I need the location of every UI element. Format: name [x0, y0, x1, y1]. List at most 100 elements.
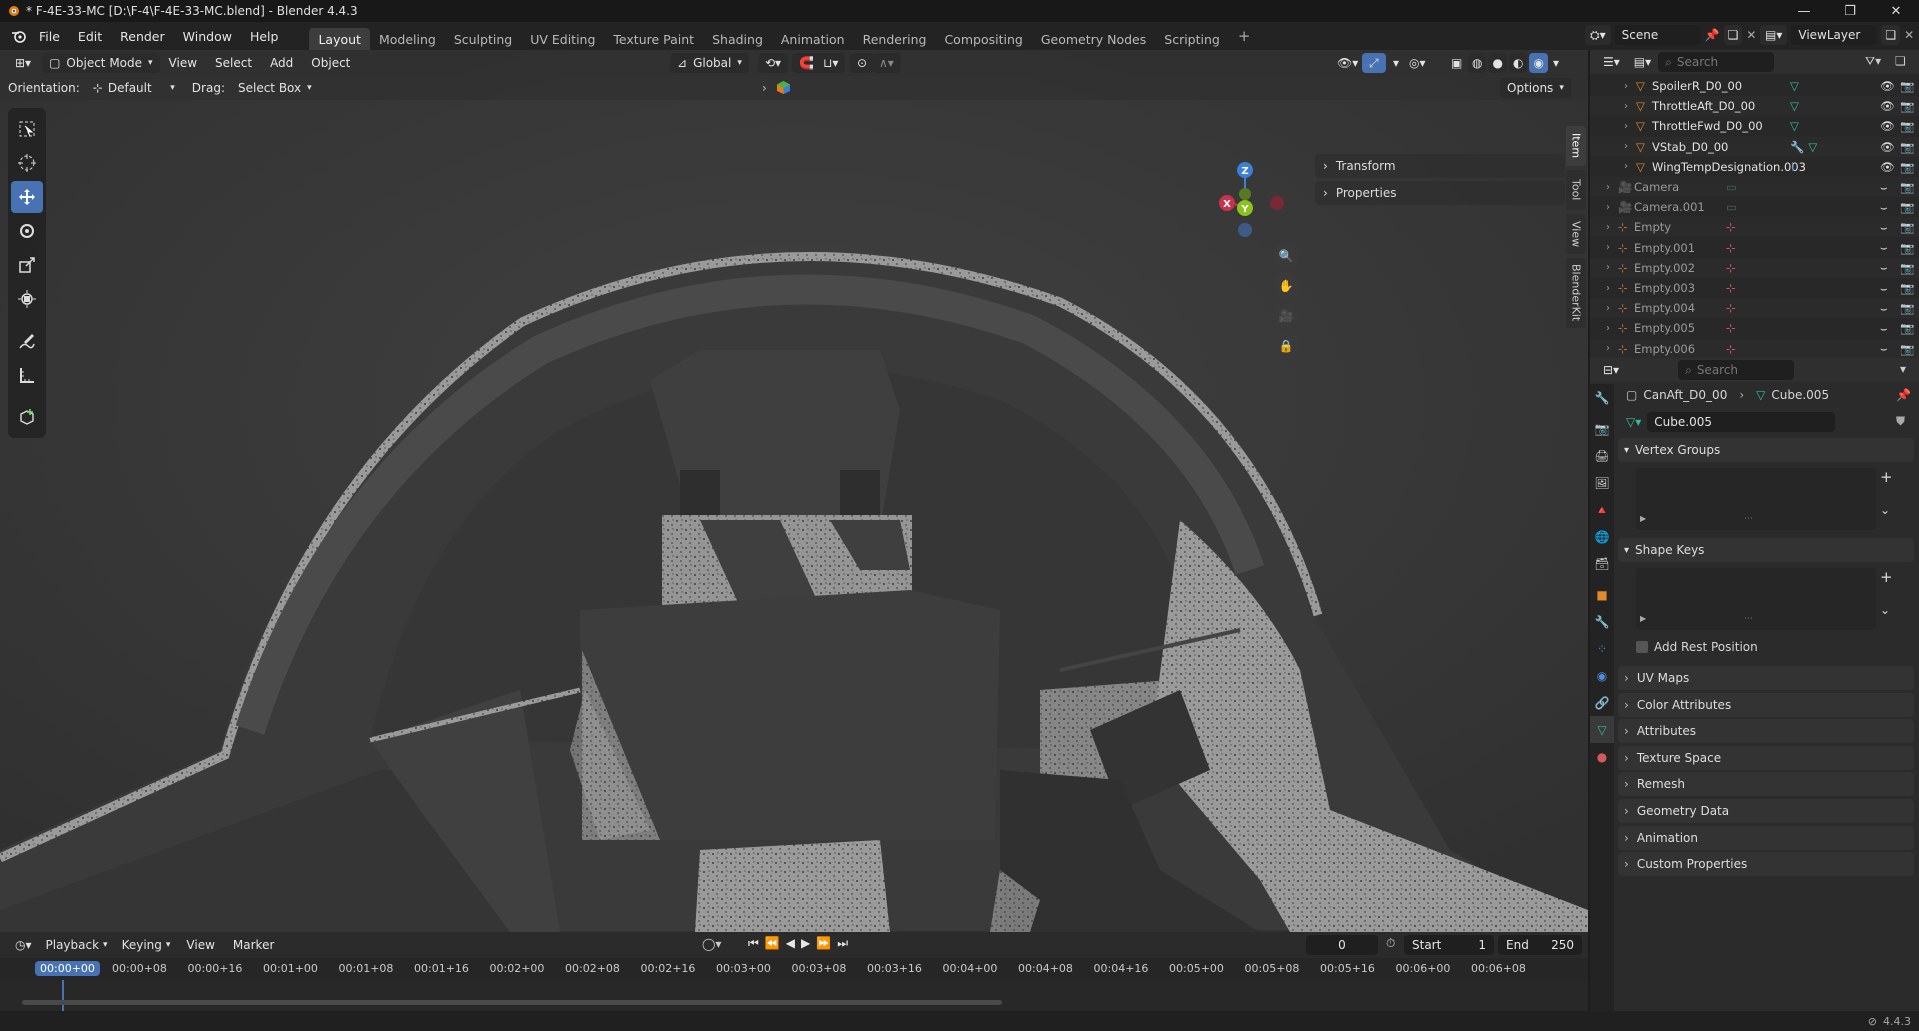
- zoom-icon[interactable]: 🔍: [1273, 243, 1299, 269]
- hidden-eye-icon[interactable]: ⌣: [1880, 301, 1888, 316]
- expand-arrow-icon[interactable]: ›: [1606, 242, 1610, 253]
- output-tab-icon[interactable]: 🖨: [1590, 442, 1614, 469]
- snap-target-selector[interactable]: ⊔▾: [816, 53, 846, 73]
- rendered-shading-button[interactable]: ◉: [1529, 53, 1548, 73]
- data-tab-icon[interactable]: ▽: [1590, 716, 1614, 743]
- fake-user-shield-icon[interactable]: ⛊: [1896, 414, 1905, 429]
- tab-texture-paint[interactable]: Texture Paint: [604, 28, 703, 50]
- collection-tab-icon[interactable]: 🗃: [1590, 550, 1614, 577]
- proportional-edit-toggle[interactable]: ⊙: [850, 53, 875, 73]
- material-shading-button[interactable]: ◐: [1508, 53, 1528, 73]
- add-vertex-group-button[interactable]: +: [1880, 468, 1893, 486]
- menu-render[interactable]: Render: [111, 22, 174, 50]
- close-button[interactable]: ✕: [1873, 0, 1919, 22]
- outliner-row[interactable]: › ▽ ThrottleFwd_D0_00 ▽ 👁 📷: [1590, 116, 1919, 137]
- panel-properties-header[interactable]: › Properties: [1315, 181, 1565, 205]
- hidden-eye-icon[interactable]: ⌣: [1880, 200, 1888, 215]
- gizmo-toggle[interactable]: ⤢: [1362, 53, 1386, 73]
- camera-render-icon[interactable]: 📷: [1900, 99, 1914, 113]
- menu-select[interactable]: Select: [206, 50, 261, 76]
- jump-start-icon[interactable]: ⏮: [748, 936, 759, 951]
- section-uv-maps[interactable]: › UV Maps: [1618, 666, 1914, 690]
- tab-rendering[interactable]: Rendering: [854, 28, 936, 50]
- editor-type-icon[interactable]: ⊞▾: [8, 53, 38, 73]
- vertex-group-menu-icon[interactable]: ⌄: [1880, 503, 1890, 517]
- section-texture-space[interactable]: › Texture Space: [1618, 745, 1914, 770]
- measure-tool[interactable]: [11, 359, 43, 391]
- properties-editor-type-icon[interactable]: ⊟▾: [1596, 360, 1626, 380]
- camera-render-icon[interactable]: 📷: [1900, 200, 1914, 214]
- gizmo-neg-x-axis[interactable]: [1270, 196, 1284, 210]
- eye-icon[interactable]: 👁: [1880, 99, 1895, 113]
- outliner-row[interactable]: › 🎥 Camera.001 ▭ ⌣ 📷: [1590, 197, 1919, 218]
- render-tab-icon[interactable]: 📷: [1590, 415, 1614, 442]
- tab-uv-editing[interactable]: UV Editing: [521, 28, 604, 50]
- empty-data-icon[interactable]: ⊹: [1726, 342, 1736, 356]
- tab-modeling[interactable]: Modeling: [370, 28, 445, 50]
- camera-render-icon[interactable]: 📷: [1900, 180, 1914, 194]
- orientation-dropdown[interactable]: ⊹ Default ▾: [86, 78, 182, 98]
- tab-geometry-nodes[interactable]: Geometry Nodes: [1032, 28, 1155, 50]
- add-workspace-icon[interactable]: +: [1229, 22, 1260, 50]
- add-shape-key-button[interactable]: +: [1880, 568, 1893, 586]
- hidden-eye-icon[interactable]: ⌣: [1880, 281, 1888, 296]
- eye-icon[interactable]: 👁: [1880, 79, 1895, 93]
- visibility-selector[interactable]: 👁▾: [1330, 53, 1365, 73]
- section-shape-keys[interactable]: ▾ Shape Keys: [1618, 538, 1914, 562]
- jump-keyframe-back-icon[interactable]: ⏪: [765, 936, 780, 951]
- camera-render-icon[interactable]: 📷: [1900, 160, 1914, 174]
- camera-render-icon[interactable]: 📷: [1900, 119, 1914, 133]
- mesh-data-icon[interactable]: ▽: [1790, 99, 1799, 113]
- playback-menu[interactable]: Playback ▾: [39, 935, 115, 955]
- display-mode-icon[interactable]: ▤▾: [1627, 52, 1658, 72]
- eye-icon[interactable]: 👁: [1880, 160, 1895, 174]
- filter-icon[interactable]: ⛛▾: [1865, 54, 1881, 69]
- current-frame-field[interactable]: 0: [1306, 935, 1378, 955]
- hidden-eye-icon[interactable]: ⌣: [1880, 341, 1888, 356]
- solid-shading-button[interactable]: ●: [1488, 53, 1507, 73]
- hidden-eye-icon[interactable]: ⌣: [1880, 180, 1888, 195]
- camdata-data-icon[interactable]: ▭: [1726, 180, 1737, 194]
- mesh-datablock-name-field[interactable]: Cube.005: [1647, 412, 1836, 432]
- outliner-row[interactable]: › ⊹ Empty.004 ⊹ ⌣ 📷: [1590, 298, 1919, 319]
- navigation-gizmo[interactable]: Z X Y: [1205, 140, 1295, 240]
- tab-shading[interactable]: Shading: [703, 28, 772, 50]
- new-scene-icon[interactable]: ❏: [1723, 25, 1743, 45]
- maximize-button[interactable]: ❐: [1827, 0, 1873, 22]
- transform-orientation-selector[interactable]: ⊿ Global ▾: [670, 53, 749, 73]
- outliner-row[interactable]: › ⊹ Empty ⊹ ⌣ 📷: [1590, 217, 1919, 238]
- physics-tab-icon[interactable]: ◉: [1590, 662, 1614, 689]
- outliner-row[interactable]: › ⊹ Empty.001 ⊹ ⌣ 📷: [1590, 237, 1919, 258]
- outliner-editor-type-icon[interactable]: ☰▾: [1596, 52, 1627, 72]
- properties-search-input[interactable]: ⌕ Search: [1678, 360, 1795, 380]
- timeline-editor-type-icon[interactable]: ◷▾: [8, 935, 39, 955]
- eye-icon[interactable]: 👁: [1880, 140, 1895, 154]
- play-icon[interactable]: ▶: [801, 936, 810, 951]
- annotate-tool[interactable]: [11, 325, 43, 357]
- menu-edit[interactable]: Edit: [69, 22, 111, 50]
- outliner-row[interactable]: › ▽ SpoilerR_D0_00 ▽ 👁 📷: [1590, 76, 1919, 96]
- keying-menu[interactable]: Keying ▾: [115, 935, 178, 955]
- outliner-search-input[interactable]: ⌕ Search: [1658, 52, 1775, 72]
- collapse-arrow-icon[interactable]: ›: [762, 81, 767, 95]
- scene-tab-icon[interactable]: 🔺: [1590, 496, 1614, 523]
- pivot-point-selector[interactable]: ⟲▾: [758, 53, 789, 73]
- select-box-tool[interactable]: [11, 113, 43, 145]
- empty-data-icon[interactable]: ⊹: [1726, 301, 1736, 315]
- new-viewlayer-icon[interactable]: ❏: [1881, 25, 1901, 45]
- new-collection-icon[interactable]: ❏: [1895, 54, 1906, 68]
- expand-arrow-icon[interactable]: ›: [1624, 81, 1628, 92]
- menu-object[interactable]: Object: [302, 50, 359, 76]
- camera-render-icon[interactable]: 📷: [1900, 301, 1914, 315]
- eye-icon[interactable]: 👁: [1880, 119, 1895, 133]
- blenderkit-icon[interactable]: [776, 80, 791, 98]
- section-color-attributes[interactable]: › Color Attributes: [1618, 692, 1914, 717]
- expand-arrow-icon[interactable]: ▶: [1640, 614, 1646, 623]
- blender-menu-icon[interactable]: [8, 29, 30, 43]
- menu-help[interactable]: Help: [241, 22, 288, 50]
- camera-render-icon[interactable]: 📷: [1900, 140, 1914, 154]
- outliner-row[interactable]: › ▽ WingTempDesignation.003 ⌇ 👁 📷: [1590, 156, 1919, 177]
- camera-render-icon[interactable]: 📷: [1900, 79, 1914, 93]
- menu-window[interactable]: Window: [174, 22, 241, 50]
- outliner-row[interactable]: › ▽ VStab_D0_00 🔧 ▽ 👁 📷: [1590, 136, 1919, 157]
